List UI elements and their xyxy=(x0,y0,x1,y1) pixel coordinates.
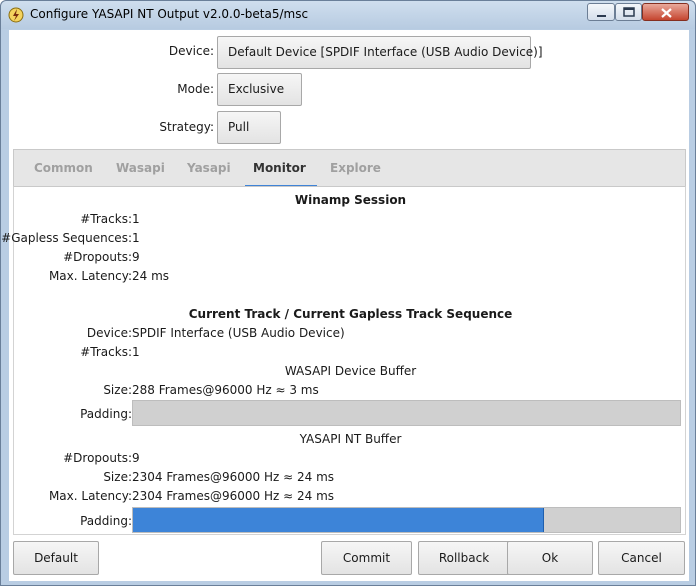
session-dropouts-value: 9 xyxy=(132,250,140,264)
mode-select[interactable]: Exclusive xyxy=(217,73,302,106)
device-row: Device: xyxy=(9,36,214,68)
wasapi-size-label: Size: xyxy=(103,383,132,397)
yasapi-padding-fill xyxy=(133,508,544,532)
track-tracks-value: 1 xyxy=(132,345,140,359)
session-dropouts-label: #Dropouts: xyxy=(63,250,132,264)
yasapi-size-label: Size: xyxy=(103,470,132,484)
yasapi-latency-label: Max. Latency: xyxy=(48,489,132,503)
title-bar[interactable]: Configure YASAPI NT Output v2.0.0-beta5/… xyxy=(1,1,695,29)
lightning-app-icon xyxy=(8,7,24,23)
session-latency-label: Max. Latency: xyxy=(48,269,132,283)
commit-button[interactable]: Commit xyxy=(321,541,412,575)
yasapi-padding-label: Padding: xyxy=(80,514,132,528)
tab-bar: Common Wasapi Yasapi Monitor Explore xyxy=(13,149,686,188)
tab-explore[interactable]: Explore xyxy=(330,161,381,175)
maximize-button[interactable] xyxy=(615,3,642,21)
tab-common[interactable]: Common xyxy=(34,161,93,175)
mode-row: Mode: xyxy=(9,74,214,106)
ok-button[interactable]: Ok xyxy=(507,541,593,575)
cancel-button[interactable]: Cancel xyxy=(598,541,685,575)
yasapi-dropouts-label: #Dropouts: xyxy=(63,451,132,465)
maximize-icon xyxy=(623,7,635,17)
wasapi-size-value: 288 Frames@96000 Hz ≈ 3 ms xyxy=(132,383,319,397)
session-tracks-value: 1 xyxy=(132,212,140,226)
window-title: Configure YASAPI NT Output v2.0.0-beta5/… xyxy=(30,7,309,21)
session-latency-value: 24 ms xyxy=(132,269,170,283)
device-select[interactable]: Default Device [SPDIF Interface (USB Aud… xyxy=(217,36,543,69)
session-heading: Winamp Session xyxy=(294,193,407,207)
track-device-value: SPDIF Interface (USB Audio Device) xyxy=(132,326,345,340)
yasapi-dropouts-value: 9 xyxy=(132,451,140,465)
rollback-button[interactable]: Rollback xyxy=(418,541,510,575)
yasapi-padding-bar xyxy=(132,507,681,533)
session-gapless-label: #Gapless Sequences: xyxy=(1,231,132,245)
default-button[interactable]: Default xyxy=(13,541,99,575)
track-tracks-label: #Tracks: xyxy=(80,345,132,359)
minimize-button[interactable] xyxy=(587,3,615,21)
minimize-icon xyxy=(597,15,606,17)
track-heading: Current Track / Current Gapless Track Se… xyxy=(188,307,513,321)
strategy-label: Strategy: xyxy=(159,120,214,134)
tab-wasapi[interactable]: Wasapi xyxy=(116,161,165,175)
yasapi-size-value: 2304 Frames@96000 Hz ≈ 24 ms xyxy=(132,470,335,484)
track-device-label: Device: xyxy=(86,326,132,340)
tab-yasapi[interactable]: Yasapi xyxy=(187,161,231,175)
strategy-select[interactable]: Pull xyxy=(217,111,281,144)
strategy-row: Strategy: xyxy=(9,112,214,144)
wasapi-buffer-heading: WASAPI Device Buffer xyxy=(284,364,417,378)
wasapi-padding-bar xyxy=(132,400,681,426)
yasapi-latency-value: 2304 Frames@96000 Hz ≈ 24 ms xyxy=(132,489,335,503)
config-window: Configure YASAPI NT Output v2.0.0-beta5/… xyxy=(0,0,696,586)
yasapi-buffer-heading: YASAPI NT Buffer xyxy=(299,432,402,446)
close-icon xyxy=(661,8,672,18)
tab-monitor[interactable]: Monitor xyxy=(253,161,306,175)
wasapi-padding-label: Padding: xyxy=(80,407,132,421)
session-tracks-label: #Tracks: xyxy=(80,212,132,226)
monitor-panel: Winamp Session #Tracks: 1 #Gapless Seque… xyxy=(1,186,686,535)
mode-label: Mode: xyxy=(177,82,214,96)
device-label: Device: xyxy=(168,44,214,58)
close-button[interactable] xyxy=(642,3,689,21)
session-gapless-value: 1 xyxy=(132,231,140,245)
dialog-body: Device: Default Device [SPDIF Interface … xyxy=(1,30,689,581)
